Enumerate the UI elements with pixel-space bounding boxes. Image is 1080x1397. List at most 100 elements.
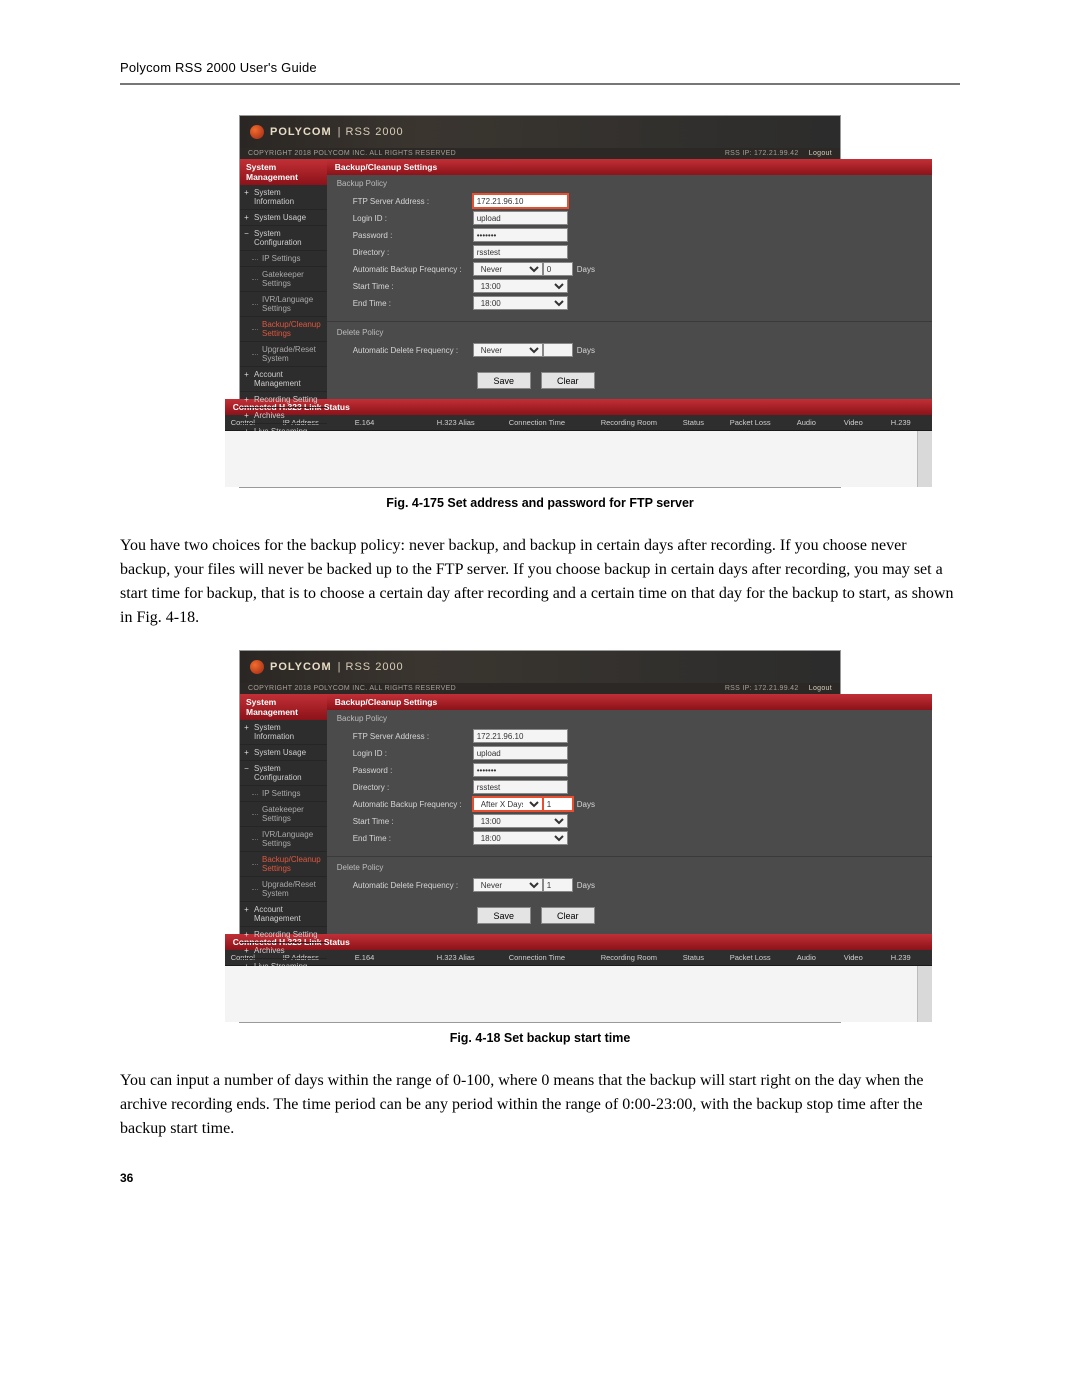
page-number: 36 — [120, 1171, 960, 1185]
end-time-label: End Time : — [353, 834, 473, 843]
plus-icon: + — [243, 395, 250, 404]
clear-button[interactable]: Clear — [541, 372, 595, 389]
auto-delete-days-input[interactable] — [543, 878, 573, 892]
save-button[interactable]: Save — [477, 907, 531, 924]
days-label: Days — [577, 800, 595, 809]
model: | RSS 2000 — [338, 126, 404, 138]
days-label: Days — [577, 346, 595, 355]
directory-input[interactable] — [473, 780, 568, 794]
nav-recording-setting[interactable]: +Recording Setting — [240, 927, 327, 943]
sidebar-title: System Management — [240, 159, 327, 185]
auto-delete-freq-select[interactable]: Never — [473, 878, 543, 892]
ftp-address-input[interactable] — [473, 729, 568, 743]
link-status-header: Control IP Address E.164 H.323 Alias Con… — [225, 415, 932, 431]
logout-link[interactable]: Logout — [809, 150, 832, 157]
nav-account-management[interactable]: +Account Management — [240, 902, 327, 927]
auto-delete-days-input[interactable] — [543, 343, 573, 357]
content-title: Backup/Cleanup Settings — [327, 694, 932, 710]
delete-policy-label: Delete Policy — [327, 324, 932, 343]
nav-upgrade-reset-system[interactable]: Upgrade/Reset System — [240, 342, 327, 367]
link-status-title: Connected H.323 Link Status — [225, 934, 932, 950]
plus-icon: + — [243, 946, 250, 955]
nav-ip-settings[interactable]: IP Settings — [240, 786, 327, 802]
plus-icon: + — [243, 723, 250, 732]
directory-label: Directory : — [353, 783, 473, 792]
auto-backup-days-input[interactable] — [543, 262, 573, 276]
nav-ip-settings[interactable]: IP Settings — [240, 251, 327, 267]
nav-account-management[interactable]: +Account Management — [240, 367, 327, 392]
rss-ip: RSS IP: 172.21.99.42 — [725, 685, 799, 692]
nav-upgrade-reset-system[interactable]: Upgrade/Reset System — [240, 877, 327, 902]
auto-delete-freq-select[interactable]: Never — [473, 343, 543, 357]
banner: POLYCOM | RSS 2000 — [240, 651, 840, 683]
directory-input[interactable] — [473, 245, 568, 259]
auto-backup-freq-label: Automatic Backup Frequency : — [353, 800, 473, 809]
nav-backup-cleanup-settings[interactable]: Backup/Cleanup Settings — [240, 317, 327, 342]
plus-icon: + — [243, 213, 250, 222]
save-button[interactable]: Save — [477, 372, 531, 389]
start-time-select[interactable]: 13:00 — [473, 279, 568, 293]
end-time-select[interactable]: 18:00 — [473, 831, 568, 845]
delete-policy-label: Delete Policy — [327, 859, 932, 878]
login-id-input[interactable] — [473, 211, 568, 225]
banner: POLYCOM | RSS 2000 — [240, 116, 840, 148]
plus-icon: + — [243, 370, 250, 379]
polycom-logo-icon — [250, 660, 264, 674]
password-input[interactable] — [473, 763, 568, 777]
plus-icon: + — [243, 905, 250, 914]
link-status-title: Connected H.323 Link Status — [225, 399, 932, 415]
content-title: Backup/Cleanup Settings — [327, 159, 932, 175]
screenshot-b: POLYCOM | RSS 2000 COPYRIGHT 2018 POLYCO… — [239, 650, 841, 1023]
nav-gatekeeper-settings[interactable]: Gatekeeper Settings — [240, 267, 327, 292]
login-id-input[interactable] — [473, 746, 568, 760]
nav-recording-setting[interactable]: +Recording Setting — [240, 392, 327, 408]
backup-policy-label: Backup Policy — [327, 175, 932, 194]
password-label: Password : — [353, 231, 473, 240]
plus-icon: + — [243, 188, 250, 197]
nav-archives[interactable]: +Archives — [240, 408, 327, 424]
figure-caption-b: Fig. 4-18 Set backup start time — [120, 1031, 960, 1045]
copyright-bar: COPYRIGHT 2018 POLYCOM INC. ALL RIGHTS R… — [240, 683, 840, 694]
auto-backup-freq-label: Automatic Backup Frequency : — [353, 265, 473, 274]
model: | RSS 2000 — [338, 661, 404, 673]
start-time-select[interactable]: 13:00 — [473, 814, 568, 828]
auto-backup-freq-select[interactable]: After X Days — [473, 797, 543, 811]
copyright-bar: COPYRIGHT 2018 POLYCOM INC. ALL RIGHTS R… — [240, 148, 840, 159]
auto-backup-days-input[interactable] — [543, 797, 573, 811]
nav-backup-cleanup-settings[interactable]: Backup/Cleanup Settings — [240, 852, 327, 877]
nav-system-usage[interactable]: +System Usage — [240, 210, 327, 226]
days-label: Days — [577, 881, 595, 890]
nav-ivr-language-settings[interactable]: IVR/Language Settings — [240, 827, 327, 852]
plus-icon: + — [243, 411, 250, 420]
auto-backup-freq-select[interactable]: Never — [473, 262, 543, 276]
plus-icon: + — [243, 930, 250, 939]
plus-icon: + — [243, 748, 250, 757]
ftp-address-input[interactable] — [473, 194, 568, 208]
nav-ivr-language-settings[interactable]: IVR/Language Settings — [240, 292, 327, 317]
password-label: Password : — [353, 766, 473, 775]
nav-system-usage[interactable]: +System Usage — [240, 745, 327, 761]
figure-caption-a: Fig. 4-175 Set address and password for … — [120, 496, 960, 510]
nav-archives[interactable]: +Archives — [240, 943, 327, 959]
nav-gatekeeper-settings[interactable]: Gatekeeper Settings — [240, 802, 327, 827]
link-status-body — [225, 431, 932, 487]
password-input[interactable] — [473, 228, 568, 242]
login-id-label: Login ID : — [353, 214, 473, 223]
end-time-select[interactable]: 18:00 — [473, 296, 568, 310]
nav-system-configuration[interactable]: −System Configuration — [240, 226, 327, 251]
ftp-address-label: FTP Server Address : — [353, 197, 473, 206]
body-paragraph-2: You can input a number of days within th… — [120, 1069, 960, 1141]
copyright-text: COPYRIGHT 2018 POLYCOM INC. ALL RIGHTS R… — [248, 150, 456, 157]
body-paragraph-1: You have two choices for the backup poli… — [120, 534, 960, 630]
copyright-text: COPYRIGHT 2018 POLYCOM INC. ALL RIGHTS R… — [248, 685, 456, 692]
auto-delete-freq-label: Automatic Delete Frequency : — [353, 881, 473, 890]
nav-system-information[interactable]: +System Information — [240, 720, 327, 745]
directory-label: Directory : — [353, 248, 473, 257]
sidebar-title: System Management — [240, 694, 327, 720]
brand: POLYCOM — [270, 661, 332, 673]
nav-system-information[interactable]: +System Information — [240, 185, 327, 210]
nav-system-configuration[interactable]: −System Configuration — [240, 761, 327, 786]
clear-button[interactable]: Clear — [541, 907, 595, 924]
logout-link[interactable]: Logout — [809, 685, 832, 692]
page-header: Polycom RSS 2000 User's Guide — [120, 60, 960, 85]
